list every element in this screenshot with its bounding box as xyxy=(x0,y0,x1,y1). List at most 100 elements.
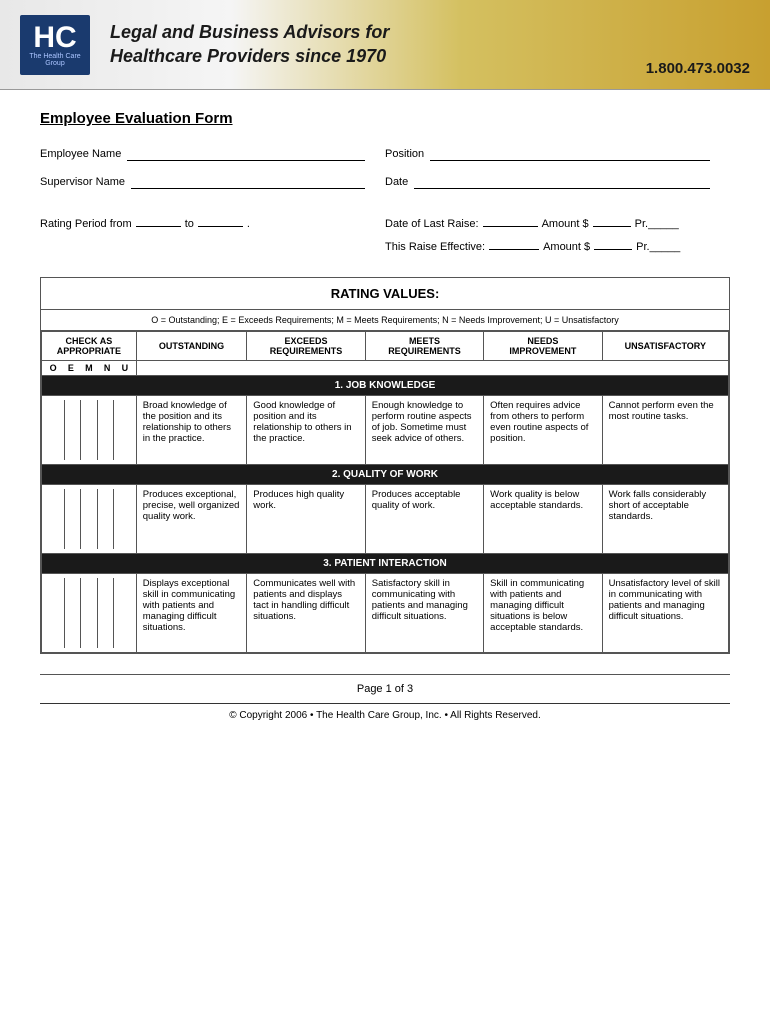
form-fields: Employee Name Supervisor Name Position D… xyxy=(40,147,730,203)
section-3-title: 3. PATIENT INTERACTION xyxy=(42,554,729,574)
rating-values-legend: O = Outstanding; E = Exceeds Requirement… xyxy=(41,310,729,331)
s3-unsatisfactory: Unsatisfactory level of skill in communi… xyxy=(602,574,728,653)
check-m-1[interactable] xyxy=(81,400,98,460)
check-e-3[interactable] xyxy=(65,578,82,648)
s3-meets: Satisfactory skill in communicating with… xyxy=(365,574,483,653)
check-o-3[interactable] xyxy=(48,578,65,648)
header-banner: HC The Health Care Group Legal and Busin… xyxy=(0,0,770,90)
rating-period-dot: . xyxy=(247,218,250,230)
employee-name-row: Employee Name Supervisor Name xyxy=(40,147,385,203)
check-n-1[interactable] xyxy=(98,400,115,460)
position-date-col: Position Date xyxy=(385,147,730,203)
letter-n: N xyxy=(104,363,111,373)
section-1-check xyxy=(42,396,137,465)
th-check: CHECK AS APPROPRIATE xyxy=(42,332,137,361)
check-e-1[interactable] xyxy=(65,400,82,460)
this-raise-input[interactable] xyxy=(489,236,539,250)
employee-name-input[interactable] xyxy=(127,147,365,161)
section-3-check xyxy=(42,574,137,653)
th-meets: MEETS REQUIREMENTS xyxy=(365,332,483,361)
check-u-1[interactable] xyxy=(114,400,130,460)
rating-values-box: RATING VALUES: O = Outstanding; E = Exce… xyxy=(40,277,730,654)
date-label: Date xyxy=(385,176,408,188)
rating-period-row: Rating Period from to . xyxy=(40,213,385,259)
page-footer: Page 1 of 3 xyxy=(40,674,730,695)
check-u-2[interactable] xyxy=(114,489,130,549)
company-logo: HC The Health Care Group xyxy=(20,15,90,75)
tagline-line1: Legal and Business Advisors for xyxy=(110,21,750,44)
section-3-row: Displays exceptional skill in communicat… xyxy=(42,574,729,653)
rating-to-label: to xyxy=(185,218,194,230)
raise-info: Date of Last Raise: Amount $ Pr._____ Th… xyxy=(385,213,730,259)
oemntu-row: O E M N U xyxy=(42,361,729,376)
th-outstanding: OUTSTANDING xyxy=(136,332,247,361)
s1-needs: Often requires advice from others to per… xyxy=(484,396,602,465)
letter-m: M xyxy=(85,363,93,373)
copyright-footer: © Copyright 2006 • The Health Care Group… xyxy=(40,703,730,721)
section-3-header: 3. PATIENT INTERACTION xyxy=(42,554,729,574)
s1-outstanding: Broad knowledge of the position and its … xyxy=(136,396,247,465)
check-n-3[interactable] xyxy=(98,578,115,648)
s1-exceeds: Good knowledge of position and its relat… xyxy=(247,396,365,465)
eval-table: CHECK AS APPROPRIATE OUTSTANDING EXCEEDS… xyxy=(41,331,729,653)
letter-e: E xyxy=(68,363,74,373)
page-content: Employee Evaluation Form Employee Name S… xyxy=(0,90,770,741)
date-last-raise-label: Date of Last Raise: xyxy=(385,218,479,230)
table-header-row: CHECK AS APPROPRIATE OUTSTANDING EXCEEDS… xyxy=(42,332,729,361)
check-e-2[interactable] xyxy=(65,489,82,549)
check-m-3[interactable] xyxy=(81,578,98,648)
date-input[interactable] xyxy=(414,175,710,189)
s2-meets: Produces acceptable quality of work. xyxy=(365,485,483,554)
th-needs: NEEDS IMPROVEMENT xyxy=(484,332,602,361)
section-2-header: 2. QUALITY OF WORK xyxy=(42,465,729,485)
s3-exceeds: Communicates well with patients and disp… xyxy=(247,574,365,653)
check-o-1[interactable] xyxy=(48,400,65,460)
this-raise-label: This Raise Effective: xyxy=(385,241,485,253)
page-info: Page 1 of 3 xyxy=(357,683,413,695)
section-1-title: 1. JOB KNOWLEDGE xyxy=(42,376,729,396)
amount-2-input[interactable] xyxy=(594,236,632,250)
amount-label-2: Amount $ xyxy=(543,241,590,253)
position-label: Position xyxy=(385,148,424,160)
amount-1-input[interactable] xyxy=(593,213,631,227)
oemntu-cells: O E M N U xyxy=(42,361,137,376)
th-exceeds: EXCEEDS REQUIREMENTS xyxy=(247,332,365,361)
s2-needs: Work quality is below acceptable standar… xyxy=(484,485,602,554)
s2-exceeds: Produces high quality work. xyxy=(247,485,365,554)
section-1-header: 1. JOB KNOWLEDGE xyxy=(42,376,729,396)
rating-to-line[interactable] xyxy=(198,213,243,227)
supervisor-name-label: Supervisor Name xyxy=(40,176,125,188)
logo-letters: HC xyxy=(33,23,76,53)
s1-meets: Enough knowledge to perform routine aspe… xyxy=(365,396,483,465)
section-2-title: 2. QUALITY OF WORK xyxy=(42,465,729,485)
s1-unsatisfactory: Cannot perform even the most routine tas… xyxy=(602,396,728,465)
position-input[interactable] xyxy=(430,147,710,161)
pr-label-1: Pr._____ xyxy=(635,218,679,230)
s3-needs: Skill in communicating with patients and… xyxy=(484,574,602,653)
check-m-2[interactable] xyxy=(81,489,98,549)
amount-label-1: Amount $ xyxy=(542,218,589,230)
s2-unsatisfactory: Work falls considerably short of accepta… xyxy=(602,485,728,554)
pr-label-2: Pr._____ xyxy=(636,241,680,253)
header-phone: 1.800.473.0032 xyxy=(646,60,750,77)
s2-outstanding: Produces exceptional, precise, well orga… xyxy=(136,485,247,554)
section-1-row: Broad knowledge of the position and its … xyxy=(42,396,729,465)
form-title: Employee Evaluation Form xyxy=(40,110,730,127)
section-2-check xyxy=(42,485,137,554)
check-u-3[interactable] xyxy=(114,578,130,648)
rating-period-label: Rating Period from xyxy=(40,218,132,230)
check-o-2[interactable] xyxy=(48,489,65,549)
th-unsatisfactory: UNSATISFACTORY xyxy=(602,332,728,361)
s3-outstanding: Displays exceptional skill in communicat… xyxy=(136,574,247,653)
date-last-raise-input[interactable] xyxy=(483,213,538,227)
supervisor-name-input[interactable] xyxy=(131,175,365,189)
letter-o: O xyxy=(50,363,57,373)
check-n-2[interactable] xyxy=(98,489,115,549)
logo-subtext: The Health Care Group xyxy=(20,53,90,67)
section-2-row: Produces exceptional, precise, well orga… xyxy=(42,485,729,554)
oemntu-spacer xyxy=(136,361,728,376)
letter-u: U xyxy=(122,363,129,373)
rating-from-line[interactable] xyxy=(136,213,181,227)
employee-name-label: Employee Name xyxy=(40,148,121,160)
rating-values-title: RATING VALUES: xyxy=(41,278,729,310)
